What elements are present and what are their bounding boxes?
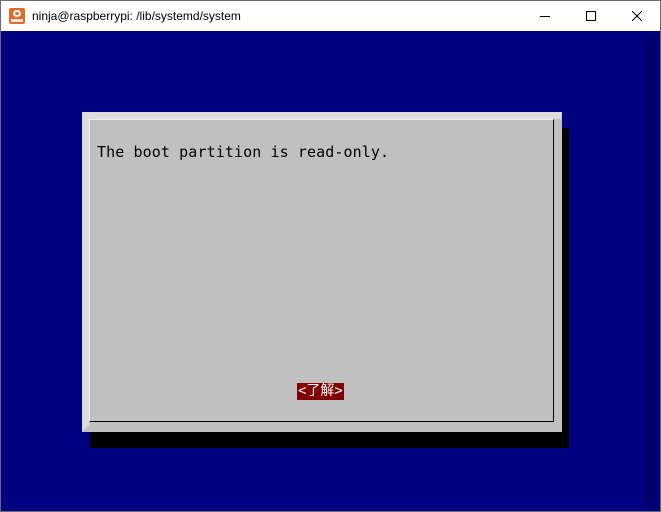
terminal-area[interactable]: The boot partition is read-only. <了解>: [1, 31, 660, 511]
scrollbar[interactable]: [643, 31, 660, 511]
dialog-message: The boot partition is read-only.: [97, 143, 390, 161]
terminal-window: ninja@raspberrypi: /lib/systemd/system T…: [0, 0, 661, 512]
close-icon: [632, 11, 642, 21]
maximize-button[interactable]: [568, 1, 614, 31]
terminal-app-icon[interactable]: [9, 8, 25, 24]
minimize-button[interactable]: [522, 1, 568, 31]
ok-button[interactable]: <了解>: [297, 383, 344, 400]
window-title: ninja@raspberrypi: /lib/systemd/system: [32, 9, 241, 23]
close-button[interactable]: [614, 1, 660, 31]
minimize-icon: [540, 16, 550, 17]
scrollbar-thumb[interactable]: [645, 37, 658, 507]
maximize-icon: [586, 11, 596, 21]
message-dialog: The boot partition is read-only. <了解>: [82, 112, 562, 432]
title-bar[interactable]: ninja@raspberrypi: /lib/systemd/system: [1, 1, 660, 31]
dialog-frame: [89, 119, 554, 422]
